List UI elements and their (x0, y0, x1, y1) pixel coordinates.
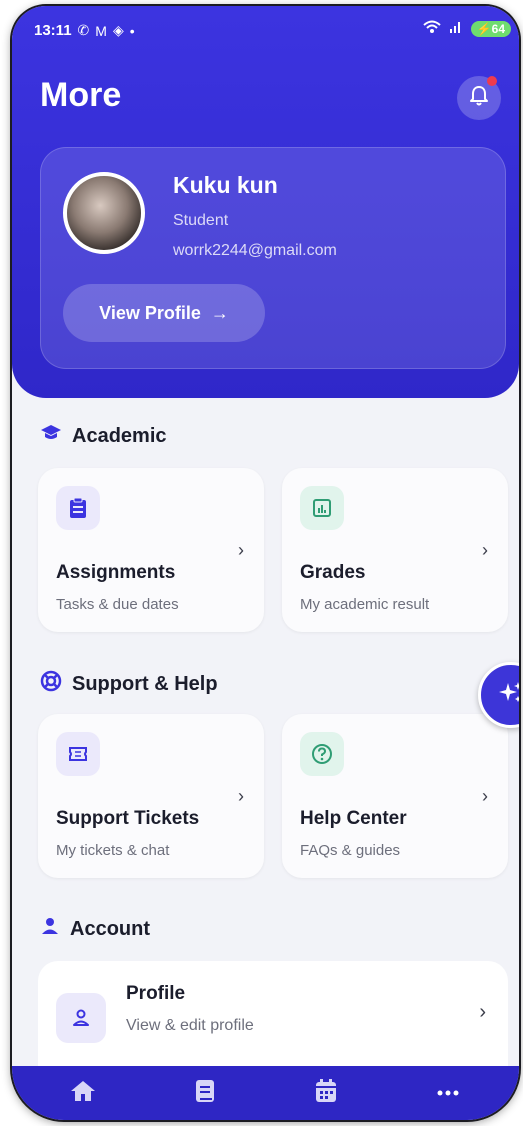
profile-card: Kuku kun Student worrk2244@gmail.com Vie… (40, 147, 506, 369)
chevron-right-icon: › (238, 540, 244, 560)
bell-icon (469, 85, 489, 112)
grades-subtitle: My academic result (300, 596, 430, 613)
support-tickets-title: Support Tickets (56, 808, 200, 829)
status-bar-left: 13:11 ✆ M ◈ • (34, 22, 135, 39)
person-icon (40, 916, 60, 942)
question-icon (300, 732, 344, 776)
view-profile-button[interactable]: View Profile → (63, 284, 265, 342)
profile-email: worrk2244@gmail.com (173, 242, 337, 259)
header-hero: 13:11 ✆ M ◈ • ⚡64 More Kuku kun Student … (12, 6, 519, 398)
assignments-card[interactable]: › Assignments Tasks & due dates (38, 468, 264, 632)
notification-button[interactable] (457, 76, 501, 120)
chevron-right-icon: › (482, 786, 488, 806)
page-title: More (40, 76, 122, 114)
profile-name: Kuku kun (173, 172, 278, 198)
support-tickets-card[interactable]: › Support Tickets My tickets & chat (38, 714, 264, 878)
account-profile-subtitle: View & edit profile (126, 1017, 254, 1034)
chart-icon (300, 486, 344, 530)
chevron-right-icon: › (238, 786, 244, 806)
nav-more[interactable] (428, 1073, 468, 1113)
grades-title: Grades (300, 562, 366, 583)
help-center-title: Help Center (300, 808, 407, 829)
avatar (63, 172, 145, 254)
section-title-account: Account (70, 917, 150, 940)
user-icon (56, 993, 106, 1043)
sparkle-icon (498, 680, 519, 711)
lifebuoy-icon (40, 670, 62, 698)
arrow-right-icon: → (210, 302, 229, 323)
nav-calendar[interactable] (306, 1073, 346, 1113)
section-academic: Academic (40, 424, 167, 448)
section-support: Support & Help (40, 670, 218, 698)
app-notification-icon: ◈ (112, 22, 124, 38)
battery-level: 64 (491, 21, 505, 36)
gmail-icon: M (95, 22, 107, 39)
whatsapp-icon: ✆ (77, 22, 90, 38)
nav-courses[interactable] (185, 1073, 225, 1113)
wifi-icon (423, 20, 441, 37)
view-profile-label: View Profile (99, 302, 201, 323)
section-title-support: Support & Help (72, 672, 218, 695)
support-tickets-subtitle: My tickets & chat (56, 842, 170, 859)
section-title-academic: Academic (72, 424, 167, 447)
ticket-icon (56, 732, 100, 776)
notification-dot (487, 76, 497, 86)
status-bar-right: ⚡64 (423, 20, 511, 37)
grades-card[interactable]: › Grades My academic result (282, 468, 508, 632)
dot-icon: • (129, 22, 135, 39)
assignments-title: Assignments (56, 562, 176, 583)
more-icon (436, 1084, 460, 1102)
help-center-subtitle: FAQs & guides (300, 842, 401, 859)
phone-screen: 13:11 ✆ M ◈ • ⚡64 More Kuku kun Student … (12, 6, 519, 1120)
battery-indicator: ⚡64 (470, 20, 511, 37)
chevron-right-icon: › (479, 1001, 486, 1023)
calendar-icon (314, 1078, 338, 1109)
assignments-subtitle: Tasks & due dates (56, 596, 179, 613)
book-icon (194, 1078, 216, 1109)
profile-role: Student (173, 212, 229, 229)
home-icon (70, 1079, 96, 1108)
section-account: Account (40, 916, 150, 942)
clipboard-icon (56, 486, 100, 530)
account-profile-title: Profile (126, 983, 186, 1004)
status-time: 13:11 (34, 22, 72, 39)
signal-icon (449, 20, 463, 37)
bottom-nav (12, 1066, 519, 1120)
graduation-cap-icon (40, 424, 62, 448)
nav-home[interactable] (63, 1073, 103, 1113)
chevron-right-icon: › (482, 540, 488, 560)
help-center-card[interactable]: › Help Center FAQs & guides (282, 714, 508, 878)
